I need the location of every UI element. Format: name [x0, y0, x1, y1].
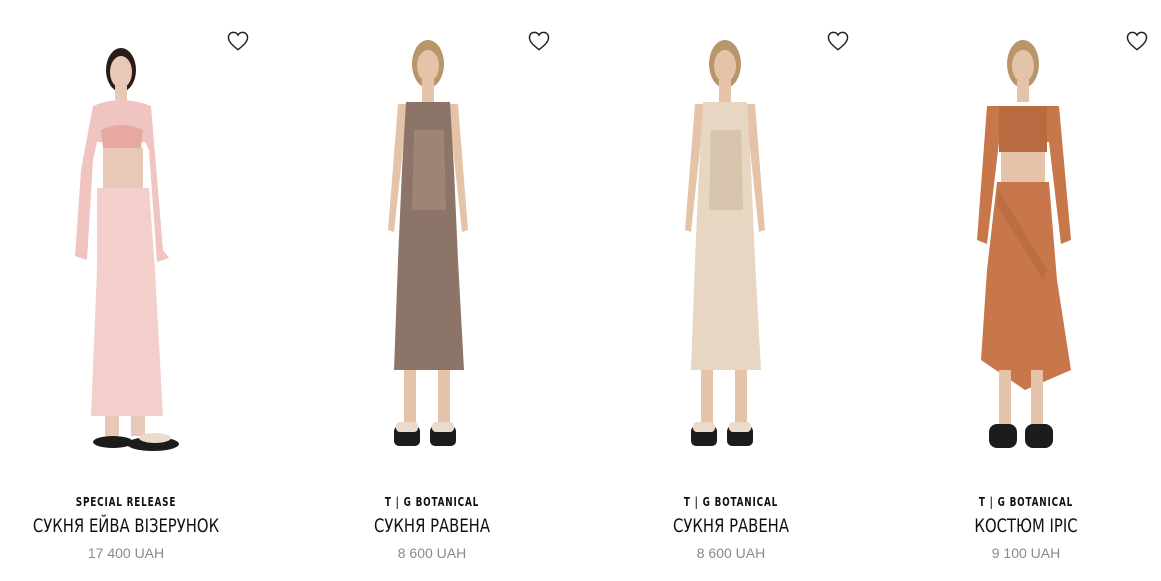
product-image[interactable] [354, 30, 514, 470]
product-grid: SPECIAL RELEASE СУКНЯ ЕЙВА ВІЗЕРУНОК 17 … [0, 0, 1161, 581]
model-figure [685, 40, 765, 446]
product-brand: T | G BOTANICAL [978, 495, 1074, 509]
product-card[interactable]: SPECIAL RELEASE СУКНЯ ЕЙВА ВІЗЕРУНОК 17 … [0, 0, 300, 581]
heart-outline-icon[interactable] [528, 31, 550, 51]
model-figure [388, 40, 468, 446]
product-info: T | G BOTANICAL СУКНЯ РАВЕНА 8 600 UAH [581, 494, 881, 562]
product-image[interactable] [45, 30, 245, 470]
model-figure [977, 40, 1071, 448]
model-figure [75, 48, 179, 451]
product-price: 8 600 UAH [397, 545, 467, 561]
product-title[interactable]: СУКНЯ РАВЕНА [315, 514, 549, 538]
product-price: 8 600 UAH [696, 545, 766, 561]
product-price: 9 100 UAH [991, 545, 1061, 561]
product-title[interactable]: СУКНЯ РАВЕНА [614, 514, 848, 538]
product-info: SPECIAL RELEASE СУКНЯ ЕЙВА ВІЗЕРУНОК 17 … [0, 494, 276, 562]
product-brand: T | G BOTANICAL [384, 495, 480, 509]
product-image[interactable] [943, 30, 1103, 470]
product-info: T | G BOTANICAL КОСТЮМ ІРІС 9 100 UAH [876, 494, 1161, 562]
product-card[interactable]: T | G BOTANICAL СУКНЯ РАВЕНА 8 600 UAH [581, 0, 881, 581]
product-price: 17 400 UAH [87, 545, 165, 561]
heart-outline-icon[interactable] [827, 31, 849, 51]
product-title[interactable]: КОСТЮМ ІРІС [909, 514, 1143, 538]
heart-outline-icon[interactable] [1126, 31, 1148, 51]
product-title[interactable]: СУКНЯ ЕЙВА ВІЗЕРУНОК [9, 514, 243, 538]
product-card[interactable]: T | G BOTANICAL СУКНЯ РАВЕНА 8 600 UAH [282, 0, 582, 581]
product-brand: SPECIAL RELEASE [75, 495, 177, 509]
product-brand: T | G BOTANICAL [683, 495, 779, 509]
product-card[interactable]: T | G BOTANICAL КОСТЮМ ІРІС 9 100 UAH [880, 0, 1161, 581]
product-info: T | G BOTANICAL СУКНЯ РАВЕНА 8 600 UAH [282, 494, 582, 562]
product-image[interactable] [651, 30, 811, 470]
